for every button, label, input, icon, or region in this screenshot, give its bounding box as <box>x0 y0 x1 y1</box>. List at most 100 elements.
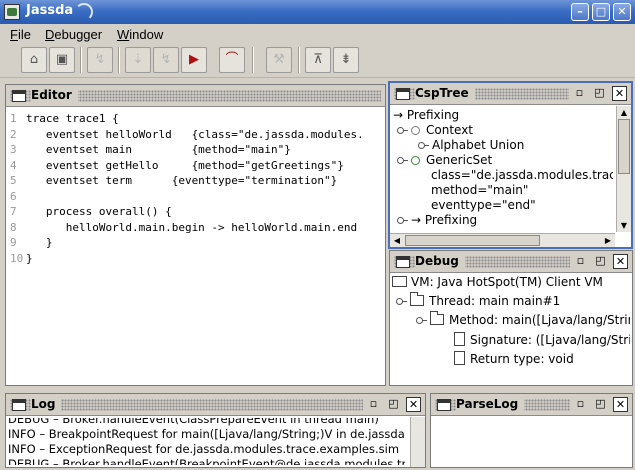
panel-minimize-button[interactable]: ▫ <box>573 397 588 412</box>
parselog-title: ParseLog <box>456 397 525 411</box>
expand-handle-icon[interactable] <box>397 215 408 225</box>
wrench-button[interactable]: ⚒ <box>266 47 292 73</box>
tree-node[interactable]: eventtype="end" <box>431 198 536 213</box>
scroll-up-icon[interactable]: ▲ <box>617 106 631 119</box>
tree-node-label: method="main" <box>431 183 529 197</box>
toolbar-separator <box>298 47 300 73</box>
editor-panel: Editor 1 trace trace1 { 2 eventset helloW… <box>5 84 386 386</box>
scroll-right-icon[interactable]: ▶ <box>601 234 615 247</box>
code-text: eventset term {eventtype="termination"} <box>26 174 338 187</box>
tree-node[interactable]: → Prefixing <box>393 108 459 123</box>
vertical-scrollbar[interactable]: ▲ ▼ <box>616 106 631 232</box>
tree-node-label: Signature: ([Ljava/lang/Strin <box>470 333 630 347</box>
csptree-title-bar[interactable]: CspTree ▫ ◰ ✕ <box>390 83 631 105</box>
open-button[interactable]: ⌂ <box>21 47 47 73</box>
panel-minimize-button[interactable]: ▫ <box>573 254 588 269</box>
minimize-button[interactable]: – <box>571 3 589 21</box>
code-line: 8 helloWorld.main.begin -> helloWorld.ma… <box>8 220 357 236</box>
tree-node-label: Context <box>426 123 474 137</box>
code-line: 3 eventset main {method="main"} <box>8 142 291 158</box>
panel-close-button[interactable]: ✕ <box>406 397 421 412</box>
expand-handle-icon[interactable] <box>397 125 408 135</box>
tree-node[interactable]: Context <box>397 123 473 138</box>
disconnect-button[interactable]: ↯ <box>153 47 179 73</box>
editor-title-bar[interactable]: Editor <box>6 85 385 107</box>
tree-node-label: Return type: void <box>470 352 574 366</box>
tree-node[interactable]: Method: main([Ljava/lang/Strin <box>416 311 630 328</box>
maximize-button[interactable]: □ <box>592 3 610 21</box>
panel-close-button[interactable]: ✕ <box>612 86 627 101</box>
debug-title: Debug <box>415 254 465 268</box>
code-line: 9 } <box>8 235 53 251</box>
log-title-bar[interactable]: Log ▫ ◰ ✕ <box>6 394 425 416</box>
toolbar-separator <box>118 47 120 73</box>
line-number: 9 <box>10 236 17 249</box>
panel-maximize-button[interactable]: ◰ <box>386 397 401 412</box>
expand-handle-icon[interactable] <box>396 296 407 306</box>
tree-node[interactable]: → Prefixing <box>397 213 477 228</box>
editor-title: Editor <box>31 88 78 102</box>
log-panel: Log ▫ ◰ ✕ DEBUG – Broker.handleEvent(Cla… <box>5 393 426 468</box>
panel-maximize-button[interactable]: ◰ <box>593 254 608 269</box>
tree-node-label: eventtype="end" <box>431 198 536 212</box>
collapse-button[interactable]: ⊼ <box>305 47 331 73</box>
tree-node[interactable]: Signature: ([Ljava/lang/Strin <box>454 332 630 347</box>
parselog-output[interactable] <box>433 418 630 465</box>
save-button[interactable]: ▣ <box>49 47 75 73</box>
expand-button[interactable]: ⇟ <box>333 47 359 73</box>
tree-node[interactable]: method="main" <box>431 183 528 198</box>
vertical-scrollbar[interactable] <box>410 417 425 467</box>
panel-minimize-button[interactable]: ▫ <box>572 86 587 101</box>
parselog-title-bar[interactable]: ParseLog ▫ ◰ ✕ <box>431 394 632 416</box>
tree-node[interactable]: Alphabet Union <box>418 138 524 153</box>
tree-node-label: Thread: main main#1 <box>429 294 561 308</box>
csp-tree[interactable]: → Prefixing Context Alphabet Union Gener… <box>393 108 613 230</box>
tree-node[interactable]: Thread: main main#1 <box>396 292 561 309</box>
log-output[interactable]: DEBUG – Broker.handleEvent(ClassPrepareE… <box>8 418 405 465</box>
panel-minimize-button[interactable]: ▫ <box>366 397 381 412</box>
scroll-thumb[interactable] <box>405 235 540 246</box>
step-over-button[interactable]: ⌒ <box>219 47 245 73</box>
panel-close-button[interactable]: ✕ <box>613 254 628 269</box>
tree-node[interactable]: class="de.jassda.modules.trace. <box>431 168 613 183</box>
tree-node[interactable]: Return type: void <box>454 351 574 366</box>
panel-close-button[interactable]: ✕ <box>613 397 628 412</box>
tree-node[interactable]: VM: Java HotSpot(TM) Client VM <box>392 275 603 290</box>
line-number: 2 <box>10 127 17 141</box>
menu-debugger[interactable]: Debugger <box>45 27 102 42</box>
code-line: 1 trace trace1 { <box>8 111 119 127</box>
menu-file[interactable]: File <box>10 27 31 42</box>
code-line: 7 process overall() { <box>8 204 172 220</box>
panel-maximize-button[interactable]: ◰ <box>593 397 608 412</box>
panel-maximize-button[interactable]: ◰ <box>592 86 607 101</box>
code-text: eventset helloWorld {class="de.jassda.mo… <box>26 127 364 141</box>
expand-handle-icon[interactable] <box>397 155 408 165</box>
debug-title-bar[interactable]: Debug ▫ ◰ ✕ <box>390 251 632 273</box>
code-line: 4 eventset getHello {method="getGreeting… <box>8 158 344 174</box>
line-number: 5 <box>10 174 17 187</box>
toolbar: ⌂ ▣ ↯ ⇣ ↯ ▶ ⌒ ⚒ ⊼ ⇟ <box>0 44 635 78</box>
code-text: helloWorld.main.begin -> helloWorld.main… <box>26 220 358 234</box>
horizontal-scrollbar[interactable]: ◀ ▶ <box>390 233 615 247</box>
expand-handle-icon[interactable] <box>418 140 429 150</box>
tree-node-label: class="de.jassda.modules.trace. <box>431 168 613 182</box>
expand-handle-icon[interactable] <box>416 315 427 325</box>
line-number: 8 <box>10 220 17 234</box>
menu-window[interactable]: Window <box>117 27 163 42</box>
scroll-down-icon[interactable]: ▼ <box>617 219 631 232</box>
window-title: Jassda <box>26 3 74 18</box>
code-text: } <box>26 251 33 265</box>
window-title-bar[interactable]: Jassda – □ ✕ <box>0 0 635 24</box>
close-button[interactable]: ✕ <box>613 3 631 21</box>
code-line: 6 <box>8 189 26 205</box>
scroll-thumb[interactable] <box>618 119 630 174</box>
code-editor[interactable]: 1 trace trace1 { 2 eventset helloWorld {c… <box>8 109 383 383</box>
debug-tree[interactable]: VM: Java HotSpot(TM) Client VM Thread: m… <box>392 275 630 383</box>
toolbar-separator <box>252 47 254 73</box>
scroll-left-icon[interactable]: ◀ <box>390 234 404 247</box>
line-number: 6 <box>10 189 17 203</box>
connect-button[interactable]: ↯ <box>87 47 113 73</box>
step-button[interactable]: ⇣ <box>125 47 151 73</box>
tree-node[interactable]: GenericSet <box>397 153 492 168</box>
run-button[interactable]: ▶ <box>181 47 207 73</box>
